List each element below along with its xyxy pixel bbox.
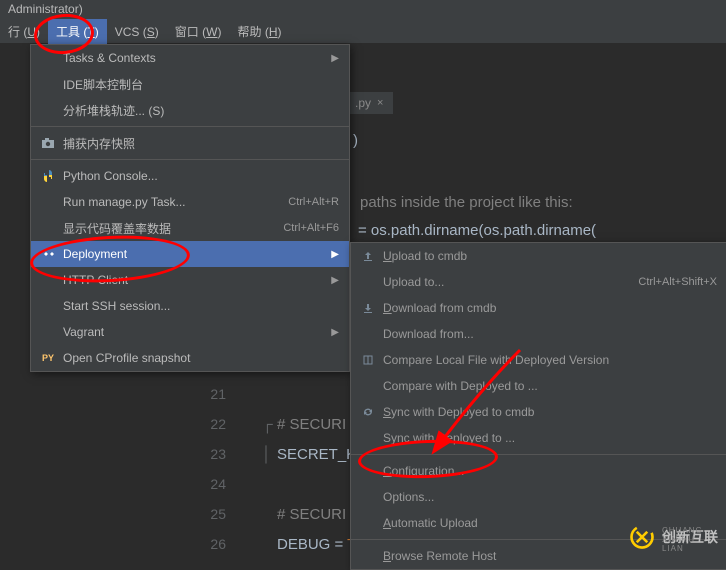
watermark-logo-icon	[628, 523, 656, 551]
deployment-submenu: Upload to cmdb Upload to...Ctrl+Alt+Shif…	[350, 242, 726, 570]
gutter-line-number: 24	[190, 476, 226, 492]
submenu-compare-local[interactable]: Compare Local File with Deployed Version	[351, 347, 726, 373]
submenu-upload-to[interactable]: Upload to...Ctrl+Alt+Shift+X	[351, 269, 726, 295]
menu-item-coverage[interactable]: 显示代码覆盖率数据Ctrl+Alt+F6	[31, 215, 349, 241]
menu-vcs[interactable]: VCS (S)	[107, 21, 167, 43]
menu-item-start-ssh[interactable]: Start SSH session...	[31, 293, 349, 319]
submenu-sync-deployed[interactable]: Sync with Deployed to ...	[351, 425, 726, 451]
watermark-subtext: CHUANG XIN HU LIAN	[662, 526, 708, 553]
download-icon	[359, 300, 377, 316]
menubar: 行 (U) 工具 (T) VCS (S) 窗口 (W) 帮助 (H)	[0, 20, 726, 44]
menu-item-tasks-contexts[interactable]: Tasks & Contexts▶	[31, 45, 349, 71]
watermark: 创新互联 CHUANG XIN HU LIAN	[628, 523, 718, 551]
menu-item-ide-console[interactable]: IDE脚本控制台	[31, 71, 349, 97]
tools-dropdown: Tasks & Contexts▶ IDE脚本控制台 分析堆栈轨迹... (S)…	[30, 44, 350, 372]
menu-window[interactable]: 窗口 (W)	[167, 19, 230, 44]
gutter-line-number: 26	[190, 536, 226, 552]
gutter-line-number: 25	[190, 506, 226, 522]
submenu-sync-cmdb[interactable]: Sync with Deployed to cmdb	[351, 399, 726, 425]
compare-icon	[359, 352, 377, 368]
py-icon: PY	[39, 350, 57, 366]
submenu-download-cmdb[interactable]: Download from cmdb	[351, 295, 726, 321]
code-text: # SECURI	[277, 506, 346, 523]
window-titlebar: Administrator)	[0, 0, 726, 20]
tab-label: .py	[355, 96, 371, 110]
menu-item-http-client[interactable]: HTTP Client▶	[31, 267, 349, 293]
menu-separator	[31, 126, 349, 127]
menu-item-vagrant[interactable]: Vagrant▶	[31, 319, 349, 345]
submenu-download-from[interactable]: Download from...	[351, 321, 726, 347]
submenu-options[interactable]: Options...	[351, 484, 726, 510]
menu-separator	[31, 159, 349, 160]
menu-tools[interactable]: 工具 (T)	[48, 19, 107, 44]
submenu-upload-cmdb[interactable]: Upload to cmdb	[351, 243, 726, 269]
gutter-line-number: 23	[190, 446, 226, 462]
camera-icon	[39, 135, 57, 151]
code-text: SECRET_K	[277, 446, 356, 463]
editor-tab[interactable]: .py ×	[345, 92, 393, 114]
deploy-icon	[39, 246, 57, 262]
submenu-compare-deployed[interactable]: Compare with Deployed to ...	[351, 373, 726, 399]
menu-run[interactable]: 行 (U)	[0, 19, 48, 44]
tab-close-icon[interactable]: ×	[377, 97, 383, 109]
upload-icon	[359, 248, 377, 264]
python-icon	[39, 168, 57, 184]
menu-item-cprofile[interactable]: PYOpen CProfile snapshot	[31, 345, 349, 371]
code-text: paths inside the project like this:	[360, 194, 573, 211]
gutter-line-number: 21	[190, 386, 226, 402]
sync-icon	[359, 404, 377, 420]
code-text: = os.path.dirname(os.path.dirname(	[358, 222, 596, 239]
menu-item-run-manage-py[interactable]: Run manage.py Task...Ctrl+Alt+R	[31, 189, 349, 215]
window-title: Administrator)	[8, 2, 83, 16]
menu-item-python-console[interactable]: Python Console...	[31, 163, 349, 189]
menu-item-mem-snapshot[interactable]: 捕获内存快照	[31, 130, 349, 156]
menu-item-deployment[interactable]: Deployment▶	[31, 241, 349, 267]
code-text: )	[353, 132, 358, 149]
menu-help[interactable]: 帮助 (H)	[229, 19, 289, 44]
menu-item-analyze-stacktrace[interactable]: 分析堆栈轨迹... (S)	[31, 97, 349, 123]
gutter-line-number: 22	[190, 416, 226, 432]
submenu-configuration[interactable]: Configuration...	[351, 458, 726, 484]
menu-separator	[351, 454, 726, 455]
code-text: # SECURI	[277, 416, 346, 433]
